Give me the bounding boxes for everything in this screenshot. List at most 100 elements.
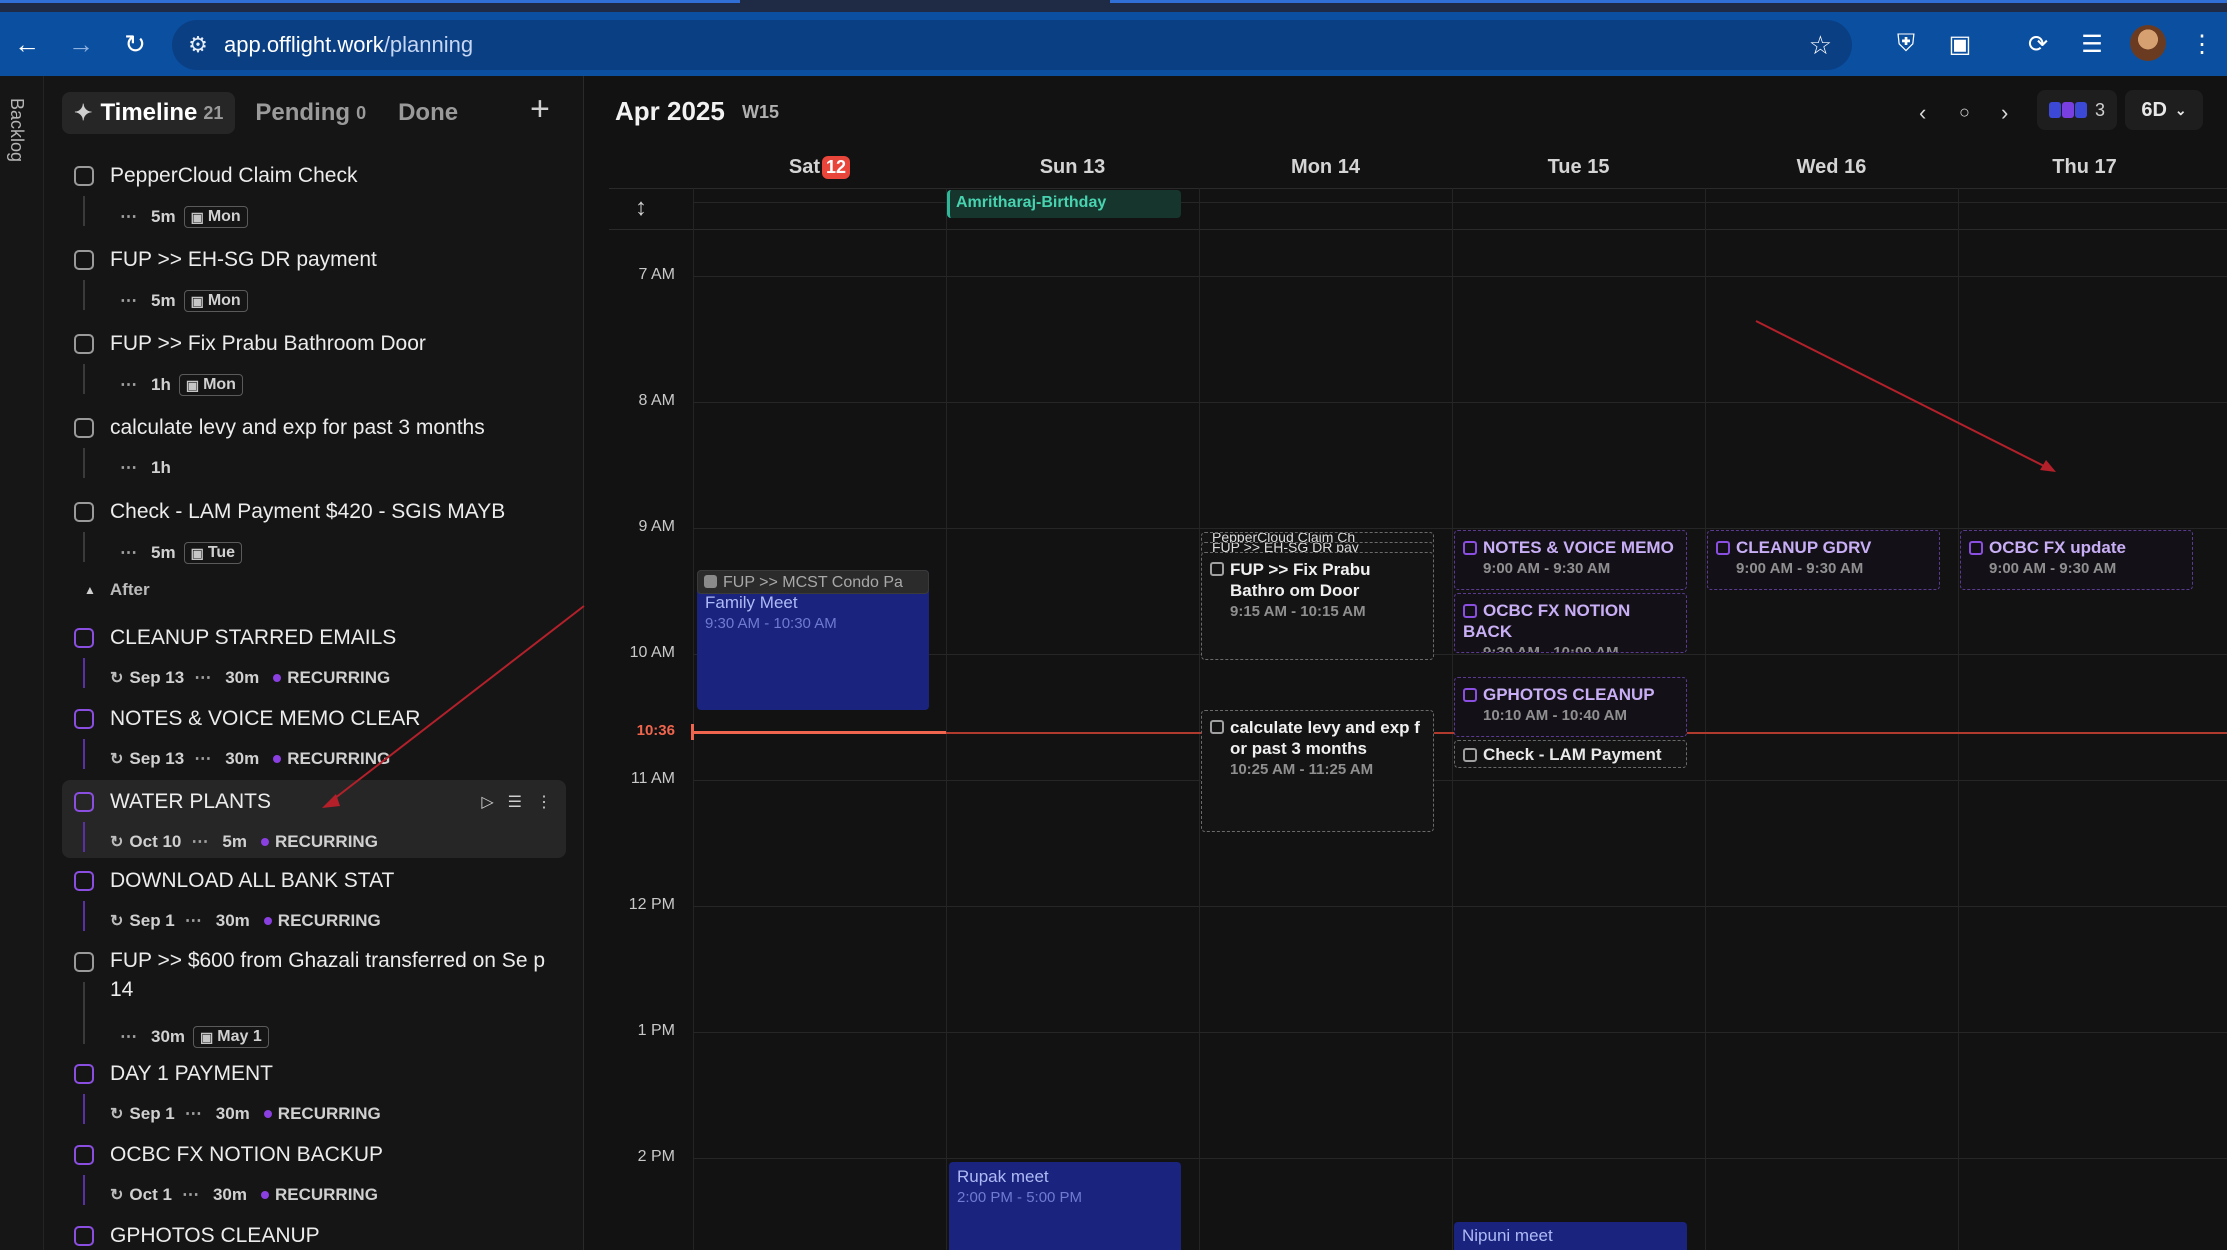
- today-icon[interactable]: ○: [1959, 102, 1970, 123]
- more-icon[interactable]: ⋯: [120, 1027, 137, 1047]
- collapse-caret-icon[interactable]: ▲: [84, 583, 96, 597]
- all-day-event[interactable]: Amritharaj-Birthday: [947, 190, 1181, 218]
- address-bar[interactable]: ⚙ app.offlight.work/planning ☆: [172, 20, 1852, 70]
- event-checkbox[interactable]: [1969, 541, 1983, 555]
- kebab-menu-icon[interactable]: ⋮: [536, 792, 552, 812]
- add-task-icon[interactable]: +: [530, 90, 550, 129]
- subtasks-icon[interactable]: ☰: [508, 792, 522, 812]
- task-item[interactable]: FUP >> $600 from Ghazali transferred on …: [62, 940, 566, 1052]
- task-item-hovered[interactable]: WATER PLANTS ↻ Oct 10 ⋯ 5m RECURRING ▷ ☰…: [62, 780, 566, 858]
- more-icon[interactable]: ⋯: [194, 668, 211, 688]
- event-fix-prabu-door[interactable]: FUP >> Fix Prabu Bathro om Door 9:15 AM …: [1201, 552, 1434, 660]
- calendars-selector[interactable]: 3: [2037, 90, 2117, 130]
- task-item[interactable]: NOTES & VOICE MEMO CLEAR ↻ Sep 13 ⋯ 30m …: [62, 697, 566, 777]
- event-calculate-levy[interactable]: calculate levy and exp f or past 3 month…: [1201, 710, 1434, 832]
- task-item[interactable]: CLEANUP STARRED EMAILS ↻ Sep 13 ⋯ 30m RE…: [62, 616, 566, 696]
- task-item[interactable]: FUP >> EH-SG DR payment ⋯ 5m ▣ Mon: [62, 238, 566, 318]
- next-icon[interactable]: ›: [2001, 100, 2008, 126]
- task-item[interactable]: OCBC FX NOTION BACKUP ↻ Oct 1 ⋯ 30m RECU…: [62, 1133, 566, 1213]
- more-icon[interactable]: ⋯: [120, 207, 137, 227]
- more-icon[interactable]: ⋯: [120, 543, 137, 563]
- more-icon[interactable]: ⋯: [194, 749, 211, 769]
- forward-icon[interactable]: →: [54, 17, 108, 71]
- shield-extension-icon[interactable]: ⛨: [1888, 26, 1924, 62]
- task-title[interactable]: GPHOTOS CLEANUP: [110, 1224, 320, 1248]
- reload-icon[interactable]: ↻: [108, 17, 162, 71]
- profile-avatar[interactable]: [2130, 25, 2166, 61]
- event-cleanup-gdrv[interactable]: CLEANUP GDRV 9:00 AM - 9:30 AM: [1707, 530, 1940, 590]
- task-item[interactable]: calculate levy and exp for past 3 months…: [62, 406, 566, 486]
- tab-pending[interactable]: Pending 0: [243, 92, 378, 134]
- event-check-lam-payment[interactable]: Check - LAM Payment: [1454, 740, 1687, 768]
- task-title[interactable]: OCBC FX NOTION BACKUP: [110, 1143, 383, 1167]
- event-checkbox[interactable]: [1463, 604, 1477, 618]
- task-checkbox[interactable]: [74, 628, 94, 648]
- task-checkbox[interactable]: [74, 166, 94, 186]
- task-title[interactable]: PepperCloud Claim Check: [110, 164, 357, 188]
- event-checkbox[interactable]: [1463, 541, 1477, 555]
- task-checkbox[interactable]: [74, 1145, 94, 1165]
- task-title[interactable]: WATER PLANTS: [110, 790, 271, 814]
- backlog-label[interactable]: Backlog: [6, 98, 27, 162]
- event-rupak-meet[interactable]: Rupak meet 2:00 PM - 5:00 PM: [949, 1162, 1181, 1250]
- media-queue-icon[interactable]: ☰: [2074, 26, 2110, 62]
- task-item[interactable]: PepperCloud Claim Check ⋯ 5m ▣ Mon: [62, 154, 566, 234]
- task-checkbox[interactable]: [74, 250, 94, 270]
- event-checkbox[interactable]: [1463, 688, 1477, 702]
- task-checkbox[interactable]: [74, 418, 94, 438]
- task-checkbox[interactable]: [74, 792, 94, 812]
- task-title[interactable]: FUP >> $600 from Ghazali transferred on …: [110, 946, 560, 1004]
- event-ocbc-fx-update[interactable]: OCBC FX update 9:00 AM - 9:30 AM: [1960, 530, 2193, 590]
- event-checkbox[interactable]: [1716, 541, 1730, 555]
- event-mcst[interactable]: FUP >> MCST Condo Pa: [697, 570, 929, 594]
- day-header-mon[interactable]: Mon 14: [1199, 156, 1452, 179]
- event-ocbc-notion-backup[interactable]: OCBC FX NOTION BACK 9:30 AM - 10:00 AM: [1454, 593, 1687, 653]
- day-header-wed[interactable]: Wed 16: [1705, 156, 1958, 179]
- more-icon[interactable]: ⋯: [182, 1185, 199, 1205]
- prev-icon[interactable]: ‹: [1919, 100, 1926, 126]
- task-title[interactable]: NOTES & VOICE MEMO CLEAR: [110, 707, 420, 731]
- play-icon[interactable]: ▷: [481, 792, 493, 812]
- extensions-puzzle-icon[interactable]: ▣: [1942, 26, 1978, 62]
- back-icon[interactable]: ←: [0, 17, 54, 71]
- task-item[interactable]: Check - LAM Payment $420 - SGIS MAYB ⋯ 5…: [62, 490, 566, 570]
- more-icon[interactable]: ⋯: [120, 458, 137, 478]
- bookmark-star-icon[interactable]: ☆: [1809, 30, 1832, 61]
- task-title[interactable]: calculate levy and exp for past 3 months: [110, 416, 485, 440]
- event-checkbox[interactable]: [1210, 720, 1224, 734]
- day-header-sat[interactable]: Sat 12: [693, 156, 946, 179]
- tab-done[interactable]: Done: [386, 92, 470, 134]
- url-text[interactable]: app.offlight.work/planning: [224, 32, 473, 58]
- task-item[interactable]: GPHOTOS CLEANUP: [62, 1214, 566, 1250]
- task-item[interactable]: DAY 1 PAYMENT ↻ Sep 1 ⋯ 30m RECURRING: [62, 1052, 566, 1132]
- day-header-tue[interactable]: Tue 15: [1452, 156, 1705, 179]
- event-notes-voice-memo[interactable]: NOTES & VOICE MEMO 9:00 AM - 9:30 AM: [1454, 530, 1687, 590]
- task-checkbox[interactable]: [74, 334, 94, 354]
- task-title[interactable]: DOWNLOAD ALL BANK STAT: [110, 869, 394, 893]
- backlog-sidebar[interactable]: Backlog: [0, 76, 44, 1250]
- day-header-thu[interactable]: Thu 17: [1958, 156, 2211, 179]
- task-checkbox[interactable]: [74, 1064, 94, 1084]
- event-checkbox[interactable]: [1210, 562, 1224, 576]
- task-checkbox[interactable]: [74, 871, 94, 891]
- expand-allday-icon[interactable]: ↕: [635, 194, 647, 222]
- event-gphotos-cleanup[interactable]: GPHOTOS CLEANUP 10:10 AM - 10:40 AM: [1454, 677, 1687, 737]
- site-settings-icon[interactable]: ⚙: [172, 32, 224, 58]
- more-icon[interactable]: ⋯: [185, 1104, 202, 1124]
- task-title[interactable]: DAY 1 PAYMENT: [110, 1062, 273, 1086]
- more-icon[interactable]: ⋯: [120, 291, 137, 311]
- after-section-header[interactable]: ▲ After: [84, 580, 150, 600]
- task-checkbox[interactable]: [74, 709, 94, 729]
- view-selector[interactable]: 6D ⌄: [2125, 90, 2203, 130]
- tab-timeline[interactable]: ✦ Timeline 21: [62, 92, 236, 134]
- task-checkbox[interactable]: [74, 502, 94, 522]
- task-checkbox[interactable]: [74, 1226, 94, 1246]
- task-title[interactable]: Check - LAM Payment $420 - SGIS MAYB: [110, 500, 505, 524]
- day-header-sun[interactable]: Sun 13: [946, 156, 1199, 179]
- event-checkbox[interactable]: [1463, 748, 1477, 762]
- task-item[interactable]: FUP >> Fix Prabu Bathroom Door ⋯ 1h ▣ Mon: [62, 322, 566, 402]
- event-nipuni-meet[interactable]: Nipuni meet: [1454, 1222, 1687, 1250]
- task-title[interactable]: CLEANUP STARRED EMAILS: [110, 626, 396, 650]
- browser-menu-icon[interactable]: ⋮: [2184, 26, 2220, 62]
- task-checkbox[interactable]: [74, 952, 94, 972]
